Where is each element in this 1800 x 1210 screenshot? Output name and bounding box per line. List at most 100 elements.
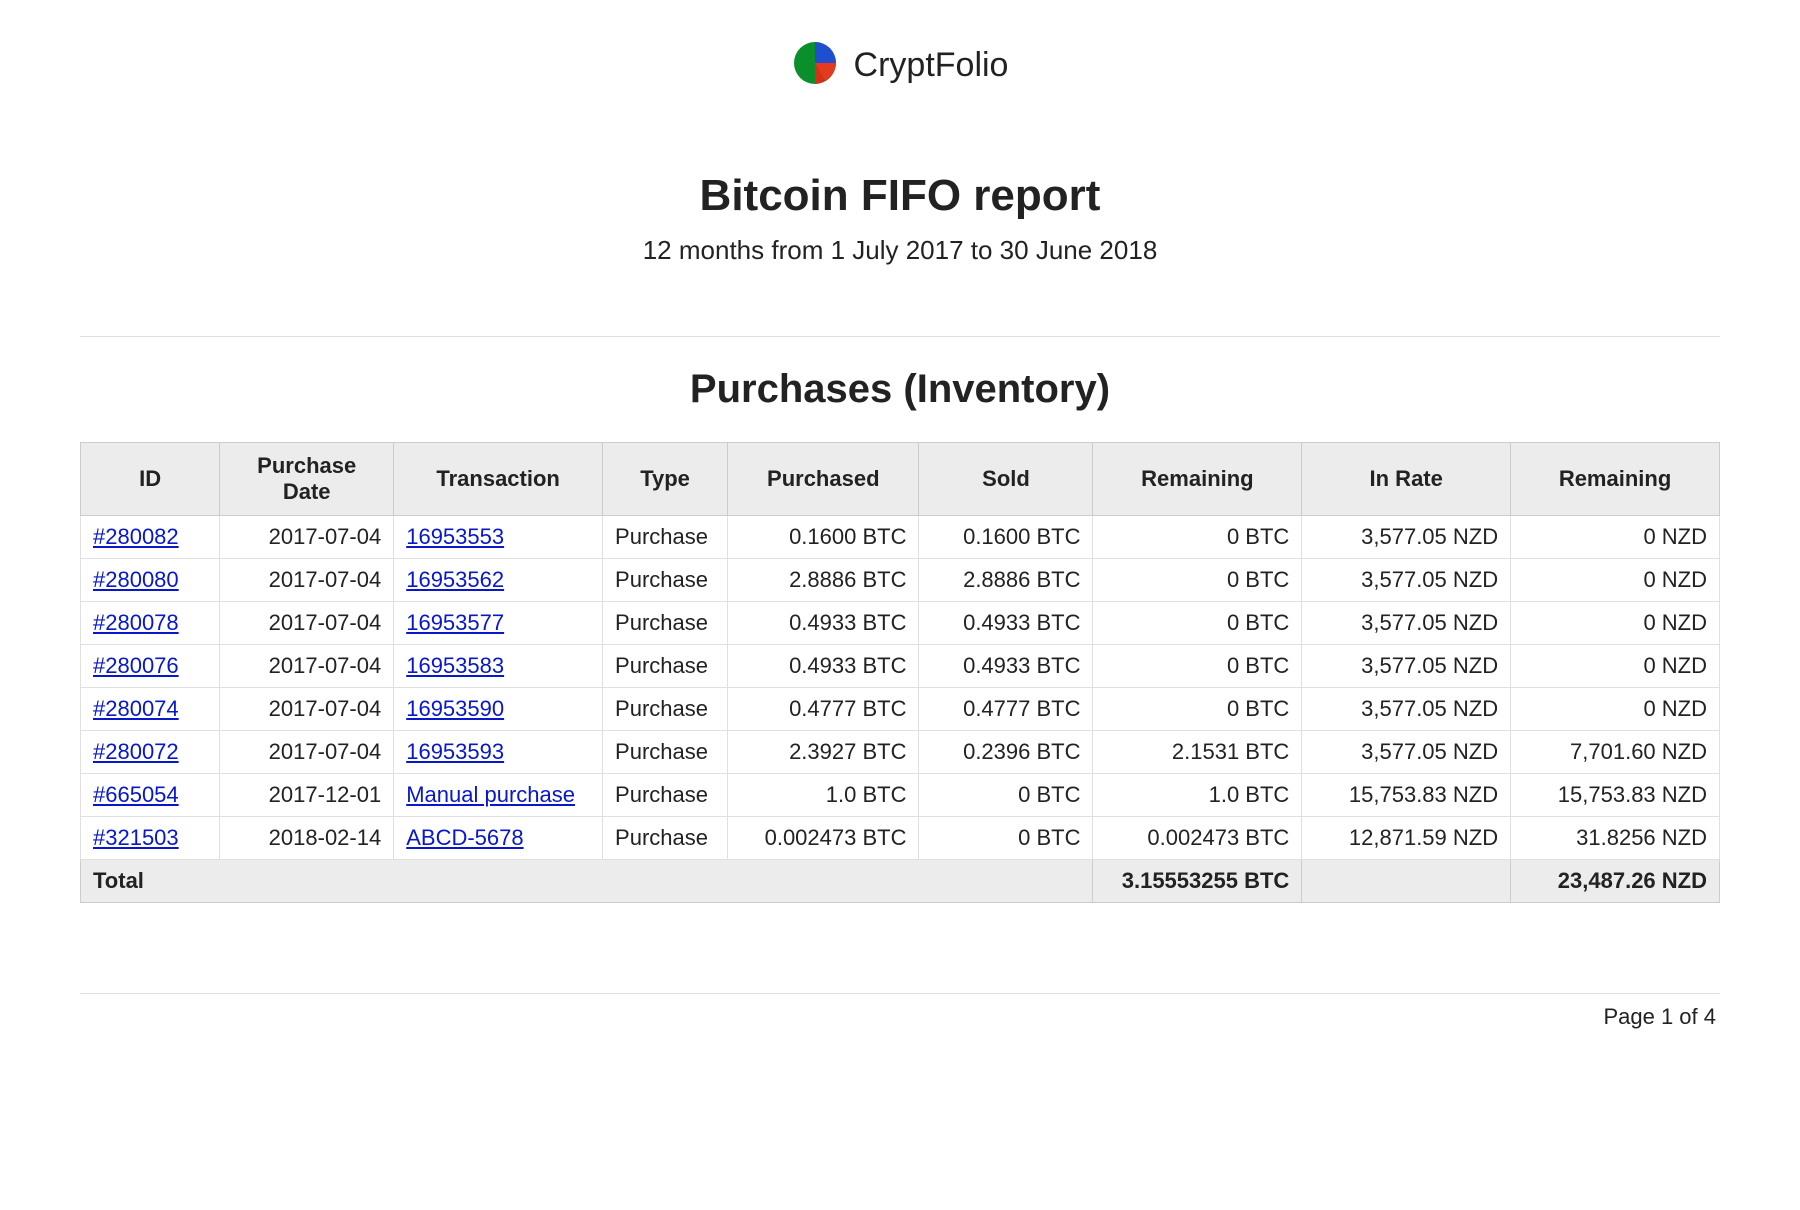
col-transaction: Transaction bbox=[394, 443, 603, 516]
id-link[interactable]: #280082 bbox=[93, 524, 179, 549]
transaction-link[interactable]: 16953583 bbox=[406, 653, 504, 678]
brand-name: CryptFolio bbox=[854, 46, 1009, 85]
col-remaining-nzd: Remaining bbox=[1511, 443, 1720, 516]
cell-rate: 3,577.05 NZD bbox=[1302, 516, 1511, 559]
report-title: Bitcoin FIFO report bbox=[80, 171, 1720, 221]
cell-type: Purchase bbox=[603, 602, 728, 645]
table-row: #665054 2017-12-01 Manual purchase Purchase… bbox=[81, 774, 1720, 817]
cell-date: 2017-07-04 bbox=[220, 731, 394, 774]
cell-date: 2017-07-04 bbox=[220, 602, 394, 645]
cell-date: 2017-07-04 bbox=[220, 559, 394, 602]
cell-remaining-nzd: 0 NZD bbox=[1511, 559, 1720, 602]
cell-sold: 2.8886 BTC bbox=[919, 559, 1093, 602]
cell-type: Purchase bbox=[603, 774, 728, 817]
cell-purchased: 2.8886 BTC bbox=[728, 559, 919, 602]
total-rate-blank bbox=[1302, 860, 1511, 903]
cell-remaining-btc: 0 BTC bbox=[1093, 516, 1302, 559]
cell-remaining-btc: 0 BTC bbox=[1093, 645, 1302, 688]
transaction-link[interactable]: 16953562 bbox=[406, 567, 504, 592]
brand-header: CryptFolio bbox=[80, 40, 1720, 91]
total-row: Total 3.15553255 BTC 23,487.26 NZD bbox=[81, 860, 1720, 903]
table-row: #2800822017-07-0416953553Purchase0.1600 … bbox=[81, 516, 1720, 559]
cell-rate: 12,871.59 NZD bbox=[1302, 817, 1511, 860]
pie-chart-icon bbox=[792, 40, 838, 91]
cell-purchased: 0.1600 BTC bbox=[728, 516, 919, 559]
cell-remaining-btc: 0 BTC bbox=[1093, 688, 1302, 731]
cell-purchased: 1.0 BTC bbox=[728, 774, 919, 817]
footer-divider bbox=[80, 993, 1720, 994]
table-row: #2800742017-07-0416953590Purchase0.4777 … bbox=[81, 688, 1720, 731]
id-link[interactable]: #280080 bbox=[93, 567, 179, 592]
report-subtitle: 12 months from 1 July 2017 to 30 June 20… bbox=[80, 235, 1720, 266]
transaction-link[interactable]: 16953553 bbox=[406, 524, 504, 549]
col-purchase-date: Purchase Date bbox=[220, 443, 394, 516]
id-link[interactable]: #321503 bbox=[93, 825, 179, 850]
cell-remaining-nzd: 0 NZD bbox=[1511, 645, 1720, 688]
id-link[interactable]: #280074 bbox=[93, 696, 179, 721]
section-title: Purchases (Inventory) bbox=[80, 367, 1720, 412]
col-id: ID bbox=[81, 443, 220, 516]
transaction-link[interactable]: 16953593 bbox=[406, 739, 504, 764]
cell-remaining-nzd: 0 NZD bbox=[1511, 516, 1720, 559]
cell-sold: 0.4933 BTC bbox=[919, 645, 1093, 688]
cell-remaining-btc: 2.1531 BTC bbox=[1093, 731, 1302, 774]
col-type: Type bbox=[603, 443, 728, 516]
cell-date: 2017-07-04 bbox=[220, 516, 394, 559]
cell-rate: 3,577.05 NZD bbox=[1302, 559, 1511, 602]
table-row: #280078 2017-07-04 16953577 Purchase0.4933 … bbox=[81, 602, 1720, 645]
cell-sold: 0.2396 BTC bbox=[919, 731, 1093, 774]
cell-remaining-btc: 0 BTC bbox=[1093, 602, 1302, 645]
cell-rate: 3,577.05 NZD bbox=[1302, 602, 1511, 645]
col-in-rate: In Rate bbox=[1302, 443, 1511, 516]
cell-type: Purchase bbox=[603, 559, 728, 602]
id-link[interactable]: #280076 bbox=[93, 653, 179, 678]
cell-rate: 3,577.05 NZD bbox=[1302, 688, 1511, 731]
cell-type: Purchase bbox=[603, 516, 728, 559]
cell-remaining-nzd: 7,701.60 NZD bbox=[1511, 731, 1720, 774]
cell-sold: 0 BTC bbox=[919, 817, 1093, 860]
table-row: #321503 2018-02-14 ABCD-5678 Purchase0.0024… bbox=[81, 817, 1720, 860]
col-remaining-btc: Remaining bbox=[1093, 443, 1302, 516]
cell-type: Purchase bbox=[603, 645, 728, 688]
transaction-link[interactable]: 16953590 bbox=[406, 696, 504, 721]
cell-rate: 15,753.83 NZD bbox=[1302, 774, 1511, 817]
total-remaining-btc: 3.15553255 BTC bbox=[1093, 860, 1302, 903]
cell-remaining-nzd: 0 NZD bbox=[1511, 602, 1720, 645]
cell-remaining-nzd: 31.8256 NZD bbox=[1511, 817, 1720, 860]
cell-rate: 3,577.05 NZD bbox=[1302, 645, 1511, 688]
transaction-link[interactable]: Manual purchase bbox=[406, 782, 575, 807]
report-page: CryptFolio Bitcoin FIFO report 12 months… bbox=[0, 0, 1800, 1060]
cell-purchased: 2.3927 BTC bbox=[728, 731, 919, 774]
table-header-row: ID Purchase Date Transaction Type Purcha… bbox=[81, 443, 1720, 516]
cell-remaining-btc: 1.0 BTC bbox=[1093, 774, 1302, 817]
cell-purchased: 0.4777 BTC bbox=[728, 688, 919, 731]
cell-sold: 0.1600 BTC bbox=[919, 516, 1093, 559]
col-sold: Sold bbox=[919, 443, 1093, 516]
cell-purchased: 0.4933 BTC bbox=[728, 602, 919, 645]
cell-type: Purchase bbox=[603, 817, 728, 860]
cell-purchased: 0.4933 BTC bbox=[728, 645, 919, 688]
divider bbox=[80, 336, 1720, 337]
table-row: #2800802017-07-0416953562Purchase2.8886 … bbox=[81, 559, 1720, 602]
cell-rate: 3,577.05 NZD bbox=[1302, 731, 1511, 774]
cell-purchased: 0.002473 BTC bbox=[728, 817, 919, 860]
cell-sold: 0 BTC bbox=[919, 774, 1093, 817]
transaction-link[interactable]: 16953577 bbox=[406, 610, 504, 635]
cell-sold: 0.4777 BTC bbox=[919, 688, 1093, 731]
table-row: #2800762017-07-0416953583Purchase0.4933 … bbox=[81, 645, 1720, 688]
cell-date: 2017-07-04 bbox=[220, 645, 394, 688]
total-label: Total bbox=[81, 860, 1093, 903]
cell-date: 2017-07-04 bbox=[220, 688, 394, 731]
cell-type: Purchase bbox=[603, 688, 728, 731]
id-link[interactable]: #280072 bbox=[93, 739, 179, 764]
purchases-table: ID Purchase Date Transaction Type Purcha… bbox=[80, 442, 1720, 903]
cell-date: 2017-12-01 bbox=[220, 774, 394, 817]
id-link[interactable]: #280078 bbox=[93, 610, 179, 635]
total-remaining-nzd: 23,487.26 NZD bbox=[1511, 860, 1720, 903]
cell-remaining-nzd: 15,753.83 NZD bbox=[1511, 774, 1720, 817]
transaction-link[interactable]: ABCD-5678 bbox=[406, 825, 523, 850]
page-number: Page 1 of 4 bbox=[80, 1004, 1720, 1030]
id-link[interactable]: #665054 bbox=[93, 782, 179, 807]
col-purchased: Purchased bbox=[728, 443, 919, 516]
cell-date: 2018-02-14 bbox=[220, 817, 394, 860]
